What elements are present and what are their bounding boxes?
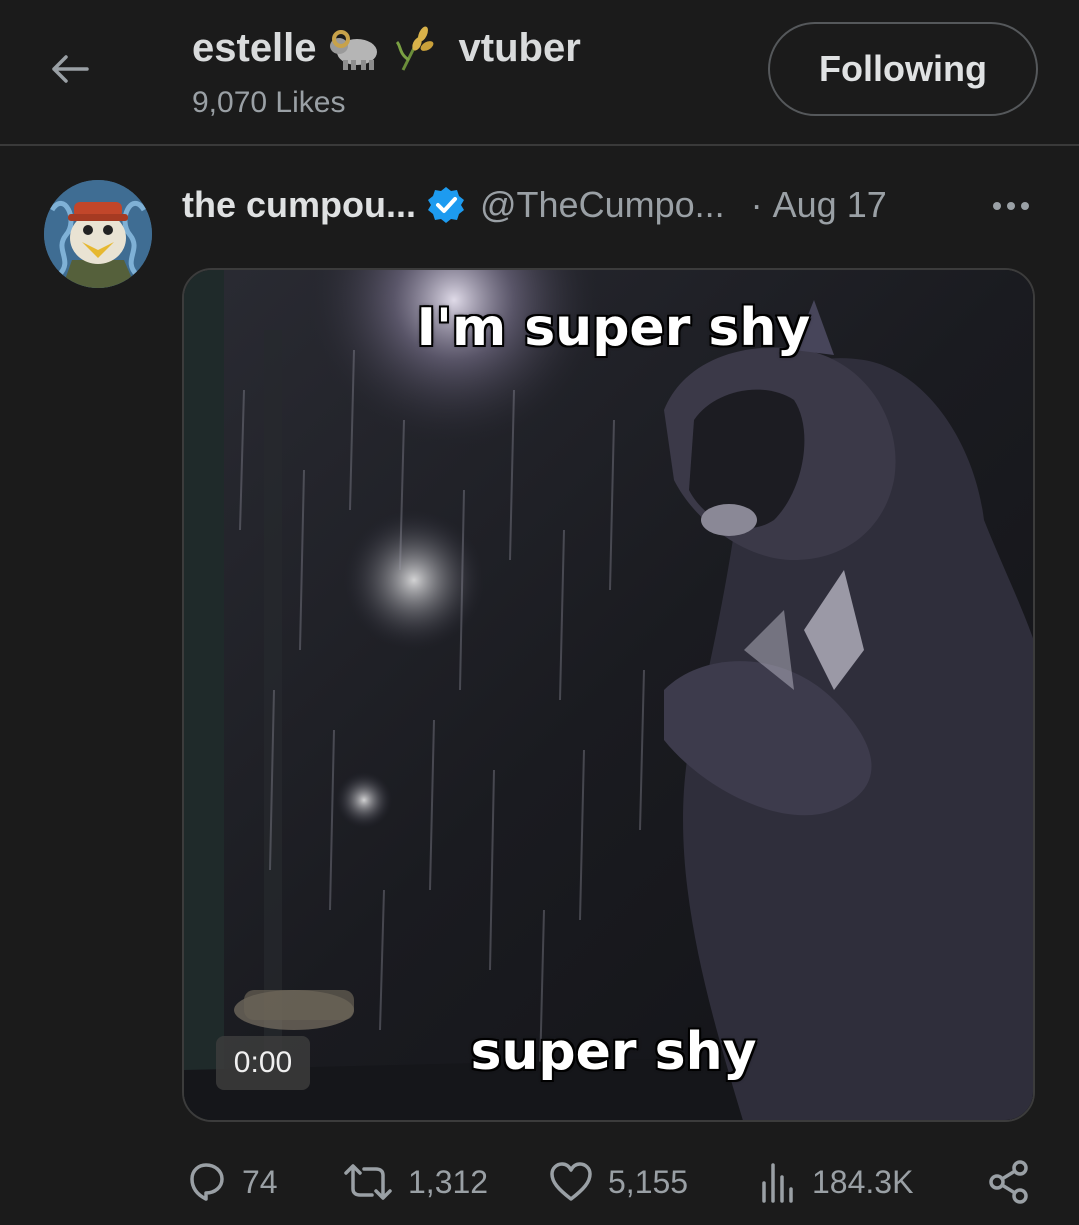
following-button[interactable]: Following xyxy=(768,22,1038,116)
video-timestamp: 0:00 xyxy=(216,1036,310,1090)
author-handle[interactable]: @TheCumpo... xyxy=(480,184,725,226)
video-frame-image xyxy=(184,270,1033,1120)
reply-icon xyxy=(190,1163,224,1201)
tweet-actions: 74 1,312 5,155 184.3K xyxy=(182,1150,1042,1214)
separator-dot: · xyxy=(750,184,763,225)
heart-icon xyxy=(550,1162,592,1201)
like-count: 5,155 xyxy=(608,1163,689,1200)
share-icon xyxy=(989,1160,1028,1204)
verified-badge-icon xyxy=(426,185,466,225)
caption-bottom: super shy xyxy=(469,1021,758,1084)
wheat-emoji-icon xyxy=(395,24,435,72)
back-button[interactable] xyxy=(40,44,100,94)
avatar-image xyxy=(44,180,152,288)
tweet-video[interactable]: I'm super shy super shy 0:00 xyxy=(182,268,1035,1122)
share-button[interactable] xyxy=(986,1150,1032,1214)
profile-name: estelle xyxy=(192,25,317,70)
arrow-left-icon xyxy=(52,55,89,83)
tweet-header: the cumpou... @TheCumpo... · Aug 17 xyxy=(182,178,887,232)
view-count: 184.3K xyxy=(812,1163,914,1200)
reply-button[interactable]: 74 xyxy=(182,1150,278,1214)
repost-button[interactable]: 1,312 xyxy=(342,1150,488,1214)
tweet-date[interactable]: Aug 17 xyxy=(773,184,887,226)
more-horizontal-icon xyxy=(993,202,1029,210)
views-button[interactable]: 184.3K xyxy=(758,1150,913,1214)
page-title: estelle vtuber xyxy=(192,22,581,74)
ram-emoji-icon xyxy=(327,26,385,70)
reply-count: 74 xyxy=(242,1163,278,1200)
author-name[interactable]: the cumpou... xyxy=(182,184,416,226)
like-button[interactable]: 5,155 xyxy=(548,1150,688,1214)
caption-top: I'm super shy xyxy=(415,297,812,360)
profile-name-suffix: vtuber xyxy=(458,25,581,70)
more-options-button[interactable] xyxy=(986,186,1036,226)
avatar[interactable] xyxy=(44,180,152,288)
repost-count: 1,312 xyxy=(408,1163,489,1200)
profile-header: estelle vtuber 9,070 Likes Following xyxy=(0,0,1079,146)
repost-icon xyxy=(344,1164,392,1200)
analytics-icon xyxy=(762,1163,793,1203)
likes-count: 9,070 Likes xyxy=(192,86,346,119)
